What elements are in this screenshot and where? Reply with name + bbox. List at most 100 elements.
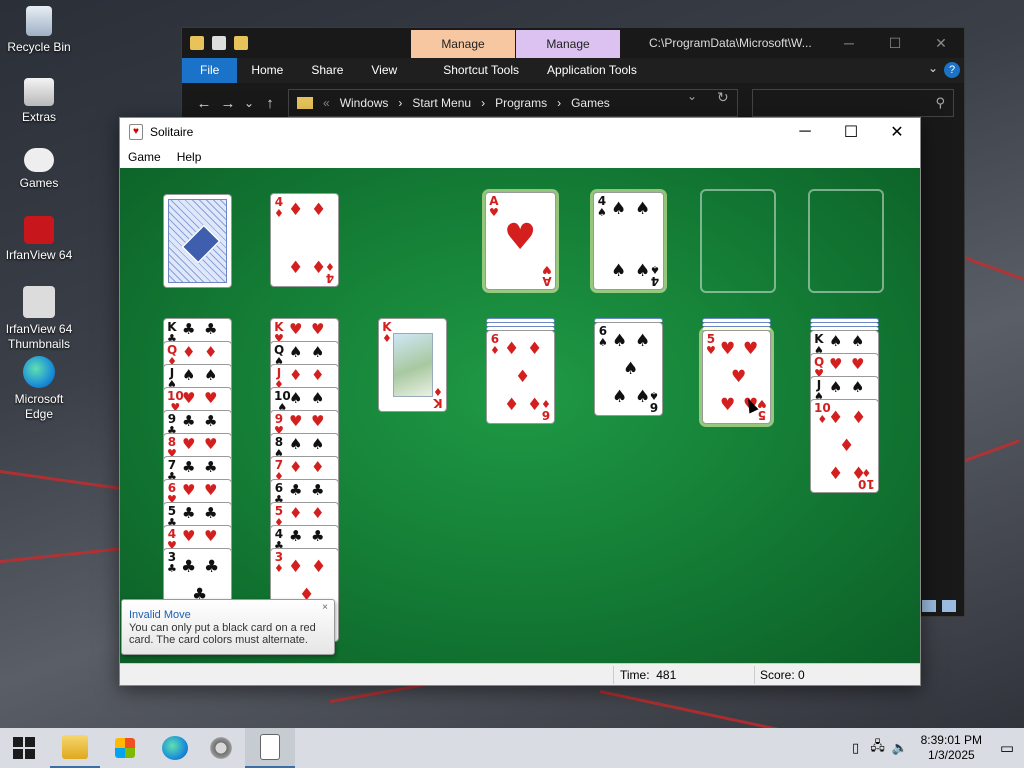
desktop-icon-recycle-bin[interactable]: Recycle Bin bbox=[1, 6, 77, 55]
breadcrumb-overflow[interactable]: « bbox=[323, 96, 330, 110]
file-explorer-icon bbox=[62, 735, 88, 759]
suit-pip-icon: ♣ bbox=[182, 412, 196, 430]
desktop-icon-games[interactable]: Games bbox=[1, 148, 77, 191]
suit-pip-icon: ♠ bbox=[311, 343, 325, 361]
folder-icon[interactable] bbox=[190, 36, 204, 50]
suit-pip-icon: ♥ bbox=[182, 481, 196, 499]
new-folder-icon[interactable] bbox=[234, 36, 248, 50]
tableau-card[interactable]: K ♦ K ♦ bbox=[378, 318, 447, 412]
stock-pile[interactable] bbox=[163, 194, 232, 288]
tab-shortcut-tools[interactable]: Shortcut Tools bbox=[429, 58, 533, 83]
suit-pip-icon: ♣ bbox=[204, 504, 218, 522]
tab-file[interactable]: File bbox=[182, 58, 238, 83]
foundation-slot-empty[interactable] bbox=[808, 189, 884, 293]
properties-icon[interactable] bbox=[212, 36, 226, 50]
suit-pip-icon: ♠ bbox=[623, 359, 639, 379]
card-table[interactable]: 4 ♦ ♦ ♦ ♦ ♦ 4 ♦ A ♥ ♥ A ♥ 4 ♠ ♠ ♠ ♠ ♠ 4 ♠ K ♣ ♣ ♣… bbox=[120, 168, 920, 664]
suit-pip-icon: ♦ bbox=[504, 339, 520, 359]
desktop-icon-edge[interactable]: Microsoft Edge bbox=[1, 356, 77, 422]
taskbar-edge[interactable] bbox=[150, 728, 200, 768]
network-icon[interactable]: 🖧 bbox=[867, 737, 889, 759]
close-button[interactable]: ✕ bbox=[918, 28, 964, 58]
taskbar-solitaire[interactable] bbox=[245, 728, 295, 768]
taskbar-store[interactable] bbox=[100, 728, 150, 768]
diamond-pip-icon: ♦ bbox=[311, 258, 327, 278]
notification-center-icon[interactable]: ▭ bbox=[990, 739, 1024, 757]
foundation-pile-1[interactable]: A ♥ ♥ A ♥ bbox=[485, 192, 556, 290]
forward-arrow-icon[interactable]: → bbox=[216, 95, 240, 112]
tab-view[interactable]: View bbox=[357, 58, 411, 83]
tab-manage-application[interactable]: Manage bbox=[516, 30, 620, 58]
back-arrow-icon[interactable]: ← bbox=[192, 95, 216, 112]
maximize-button[interactable]: ☐ bbox=[872, 28, 918, 58]
menu-game[interactable]: Game bbox=[126, 150, 167, 164]
spade-pip-icon: ♠ bbox=[611, 199, 627, 219]
spade-pip-icon: ♠ bbox=[635, 199, 651, 219]
breadcrumb-start-menu[interactable]: Start Menu bbox=[412, 96, 471, 110]
breadcrumb-programs[interactable]: Programs bbox=[495, 96, 547, 110]
tableau-card[interactable]: 5 ♥ ♥ ♥ ♥ ♥ ♥ 5 ♥ bbox=[702, 330, 771, 424]
tooltip-close-icon[interactable]: × bbox=[322, 602, 328, 613]
menu-help[interactable]: Help bbox=[175, 150, 208, 164]
tab-share[interactable]: Share bbox=[297, 58, 357, 83]
suit-pip-icon: ♠ bbox=[829, 378, 843, 396]
waste-card[interactable]: 4 ♦ ♦ ♦ ♦ ♦ 4 ♦ bbox=[270, 193, 339, 287]
suit-pip-icon: ♣ bbox=[204, 557, 220, 577]
recent-locations-chevron-icon[interactable]: ⌄ bbox=[240, 96, 258, 110]
time-value: 481 bbox=[656, 668, 677, 682]
foundation-slot-empty[interactable] bbox=[700, 189, 776, 293]
desktop-icon-label: Recycle Bin bbox=[7, 40, 71, 54]
breadcrumb-windows[interactable]: Windows bbox=[340, 96, 389, 110]
quick-access-toolbar bbox=[182, 36, 248, 50]
tab-home[interactable]: Home bbox=[237, 58, 297, 83]
settings-gear-icon bbox=[208, 736, 234, 760]
taskbar-file-explorer[interactable] bbox=[50, 728, 100, 768]
tableau-card[interactable]: 6 ♦ ♦ ♦ ♦ ♦ ♦ 6 ♦ bbox=[486, 330, 555, 424]
suit-pip-icon: ♥ bbox=[289, 320, 303, 338]
card-suit: ♥ bbox=[542, 263, 552, 276]
suit-pip-icon: ♥ bbox=[720, 395, 736, 415]
suit-pip-icon: ♥ bbox=[204, 435, 218, 453]
desktop-icon-irfanview-thumbnails[interactable]: IrfanView 64 Thumbnails bbox=[1, 286, 77, 352]
minimize-button[interactable]: ─ bbox=[782, 118, 828, 146]
foundation-pile-2[interactable]: 4 ♠ ♠ ♠ ♠ ♠ 4 ♠ bbox=[593, 192, 664, 290]
suit-pip-icon: ♣ bbox=[289, 481, 303, 499]
breadcrumb-games[interactable]: Games bbox=[571, 96, 610, 110]
desktop-icon-irfanview[interactable]: IrfanView 64 bbox=[1, 216, 77, 263]
search-input[interactable]: ⚲ bbox=[752, 89, 954, 117]
refresh-icon[interactable]: ↻ bbox=[717, 89, 729, 106]
suit-pip-icon: ♠ bbox=[851, 378, 865, 396]
minimize-button[interactable]: ─ bbox=[826, 28, 872, 58]
invalid-move-tooltip: × Invalid Move You can only put a black … bbox=[121, 599, 335, 655]
tab-manage-shortcut[interactable]: Manage bbox=[411, 30, 515, 58]
explorer-title-bar[interactable]: Manage Manage C:\ProgramData\Microsoft\W… bbox=[182, 28, 964, 58]
address-dropdown-icon[interactable]: ⌄ bbox=[687, 89, 697, 103]
diamond-pip-icon: ♦ bbox=[288, 258, 304, 278]
expand-ribbon-chevron-icon[interactable]: ⌄ bbox=[928, 61, 938, 75]
desktop-icon-extras[interactable]: Extras bbox=[1, 78, 77, 125]
start-button[interactable] bbox=[0, 728, 48, 768]
tab-application-tools[interactable]: Application Tools bbox=[533, 58, 651, 83]
tooltip-body: You can only put a black card on a red c… bbox=[129, 622, 316, 646]
taskbar-settings[interactable] bbox=[196, 728, 246, 768]
large-icons-view-icon[interactable] bbox=[942, 600, 956, 612]
card-rank: 4 bbox=[325, 271, 335, 285]
details-view-icon[interactable] bbox=[922, 600, 936, 612]
maximize-button[interactable]: ☐ bbox=[828, 118, 874, 146]
tableau-card[interactable]: 6 ♠ ♠ ♠ ♠ ♠ ♠ 6 ♠ bbox=[594, 322, 663, 416]
solitaire-title-bar[interactable]: ♥ Solitaire ─ ☐ ✕ bbox=[120, 118, 920, 146]
tableau-card[interactable]: 10 ♦ ♦ ♦ ♦ ♦ ♦ 10 ♦ bbox=[810, 399, 879, 493]
clock[interactable]: 8:39:01 PM 1/3/2025 bbox=[921, 733, 982, 763]
suit-pip-icon: ♦ bbox=[828, 464, 844, 484]
volume-muted-icon[interactable]: 🔈 bbox=[889, 740, 911, 756]
desktop-icon-label: Extras bbox=[21, 110, 56, 124]
suit-pip-icon: ♠ bbox=[311, 389, 325, 407]
tooltip-title: Invalid Move bbox=[129, 609, 191, 621]
usb-icon[interactable]: ▯ bbox=[845, 740, 867, 756]
up-arrow-icon[interactable]: ↑ bbox=[258, 95, 282, 112]
address-path-box[interactable]: « Windows › Start Menu › Programs › Game… bbox=[288, 89, 738, 117]
desktop-icon-label: IrfanView 64 Thumbnails bbox=[5, 322, 73, 351]
help-icon[interactable]: ? bbox=[944, 62, 960, 78]
close-button[interactable]: ✕ bbox=[874, 118, 920, 146]
suit-pip-icon: ♠ bbox=[289, 389, 303, 407]
